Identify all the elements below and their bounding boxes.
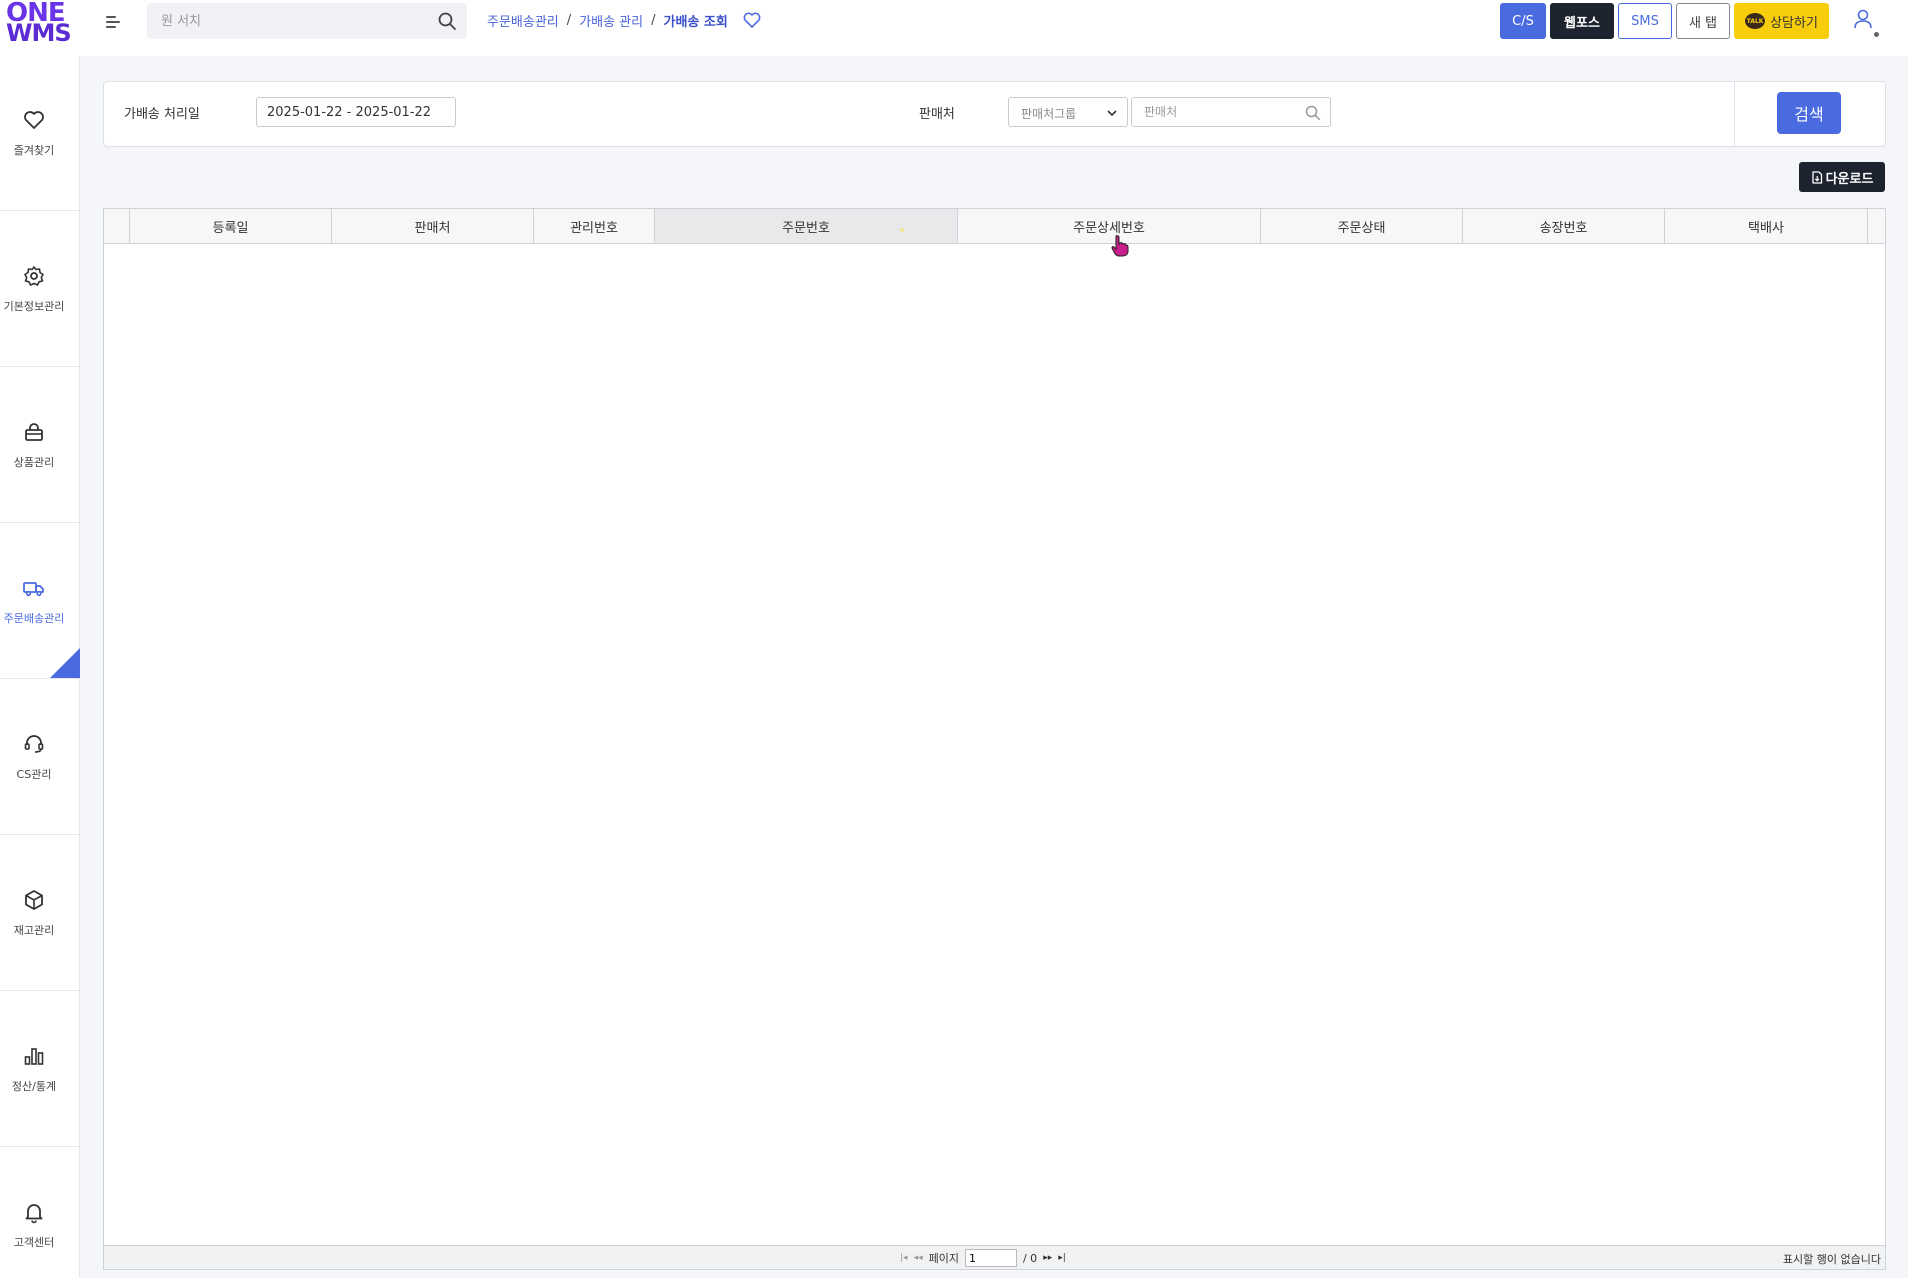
lock-bag-icon	[25, 423, 43, 441]
hand-pointer-cursor-icon	[1111, 235, 1129, 257]
download-button[interactable]: 다운로드	[1799, 162, 1885, 192]
download-button-label: 다운로드	[1825, 171, 1874, 187]
sidebar-item-label: CS관리	[16, 768, 52, 781]
column-header-courier[interactable]: 택배사	[1665, 209, 1868, 243]
column-header-invoice-no[interactable]: 송장번호	[1463, 209, 1665, 243]
date-range-input[interactable]	[256, 97, 456, 127]
sidebar-item-customer-center[interactable]: 고객센터	[0, 1148, 80, 1278]
breadcrumb-item-order-shipping[interactable]: 주문배송관리	[487, 11, 559, 30]
sidebar-item-cs[interactable]: CS관리	[0, 680, 80, 835]
data-grid: 등록일 판매처 관리번호 주문번호 주문상세번호 주문상태 송장번호 택배사 |…	[103, 208, 1886, 1270]
headset-icon	[24, 735, 44, 753]
shop-group-placeholder: 판매처그룹	[1021, 107, 1077, 121]
page-label: 페이지	[928, 1252, 959, 1265]
chevron-down-icon	[1107, 110, 1117, 117]
column-header-registered-date[interactable]: 등록일	[130, 209, 332, 243]
sort-indicator	[900, 228, 904, 232]
date-filter-label: 가배송 처리일	[124, 107, 200, 122]
sidebar: 즐겨찾기 기본정보관리 상품관리 주문배송관리 CS관리 재고관리 정산/통계 …	[0, 56, 80, 1278]
cs-button[interactable]: C/S	[1500, 3, 1546, 39]
breadcrumb: 주문배송관리 / 가배송 관리 / 가배송 조회	[487, 10, 762, 30]
column-header-label: 주문번호	[782, 220, 830, 236]
sidebar-item-label: 정산/통계	[11, 1080, 57, 1093]
column-header-order-status[interactable]: 주문상태	[1261, 209, 1463, 243]
gear-icon	[24, 266, 44, 286]
search-button[interactable]: 검색	[1777, 92, 1841, 134]
page-total: / 0	[1022, 1251, 1038, 1265]
logo-line-two: WMS	[6, 19, 72, 47]
consult-button-label: 상담하기	[1770, 15, 1818, 31]
shop-group-select[interactable]: 판매처그룹	[1008, 97, 1128, 127]
file-download-icon	[1811, 170, 1822, 184]
column-header-shop[interactable]: 판매처	[332, 209, 534, 243]
empty-rows-message: 표시할 행이 없습니다	[1782, 1253, 1881, 1266]
active-indicator	[50, 648, 80, 678]
search-filter-panel: 가배송 처리일 판매처 판매처그룹 검색	[103, 81, 1886, 147]
sidebar-item-label: 고객센터	[13, 1236, 55, 1249]
sidebar-item-label: 상품관리	[13, 456, 55, 469]
bar-chart-icon	[24, 1048, 44, 1065]
consult-button[interactable]: TALK 상담하기	[1734, 3, 1829, 39]
new-tab-button[interactable]: 새 탭	[1676, 3, 1730, 39]
pagination: |◂ ◂◂ 페이지 / 0 ▸▸ ▸|	[900, 1249, 1066, 1267]
sidebar-item-products[interactable]: 상품관리	[0, 368, 80, 523]
column-header-management-no[interactable]: 관리번호	[534, 209, 655, 243]
shop-filter-label: 판매처	[919, 107, 955, 122]
sidebar-item-label: 재고관리	[13, 924, 55, 937]
breadcrumb-item-current: 가배송 조회	[663, 14, 728, 30]
column-header-order-no[interactable]: 주문번호	[655, 209, 958, 243]
page-number-input[interactable]	[964, 1249, 1017, 1267]
grid-header: 등록일 판매처 관리번호 주문번호 주문상세번호 주문상태 송장번호 택배사	[104, 209, 1885, 244]
search-icon[interactable]	[437, 11, 457, 31]
heart-icon	[24, 111, 44, 129]
sidebar-item-label: 기본정보관리	[3, 300, 65, 313]
first-page-icon[interactable]: |◂	[900, 1253, 908, 1263]
kakao-talk-icon: TALK	[1745, 13, 1766, 29]
user-status-dot	[1874, 32, 1879, 37]
sidebar-item-basic-info[interactable]: 기본정보관리	[0, 212, 80, 367]
sidebar-item-label: 주문배송관리	[3, 612, 65, 625]
global-search	[147, 3, 467, 39]
sidebar-item-inventory[interactable]: 재고관리	[0, 836, 80, 991]
menu-toggle-icon[interactable]	[104, 12, 124, 32]
global-search-input[interactable]	[161, 3, 421, 39]
sidebar-item-order-shipping[interactable]: 주문배송관리	[0, 524, 80, 679]
truck-icon	[23, 582, 44, 597]
box-icon	[25, 890, 43, 910]
filter-divider	[1734, 82, 1735, 146]
webpos-button[interactable]: 웹포스	[1550, 3, 1614, 39]
search-icon[interactable]	[1304, 104, 1322, 122]
breadcrumb-separator: /	[566, 12, 572, 28]
breadcrumb-item-temp-shipping[interactable]: 가배송 관리	[579, 11, 643, 30]
shop-search-field	[1131, 97, 1331, 127]
top-header: ONE WMS 주문배송관리 / 가배송 관리 / 가배송 조회 C/S 웹포스…	[0, 0, 1908, 56]
user-profile-icon[interactable]	[1850, 6, 1876, 32]
grid-footer: |◂ ◂◂ 페이지 / 0 ▸▸ ▸| 표시할 행이 없습니다	[104, 1245, 1885, 1269]
prev-page-icon[interactable]: ◂◂	[914, 1253, 923, 1263]
grid-row-number-column	[104, 209, 130, 243]
sidebar-item-favorites[interactable]: 즐겨찾기	[0, 56, 80, 211]
breadcrumb-separator: /	[651, 12, 656, 28]
bell-icon	[25, 1204, 43, 1224]
sms-button[interactable]: SMS	[1618, 3, 1672, 39]
sidebar-item-label: 즐겨찾기	[13, 144, 55, 157]
next-page-icon[interactable]: ▸▸	[1043, 1253, 1052, 1263]
last-page-icon[interactable]: ▸|	[1058, 1253, 1066, 1263]
shop-input[interactable]	[1144, 98, 1294, 126]
onewms-logo[interactable]: ONE WMS	[6, 0, 72, 47]
favorite-heart-icon[interactable]	[742, 10, 762, 30]
header-actions: C/S 웹포스 SMS 새 탭 TALK 상담하기	[1500, 3, 1829, 39]
sidebar-item-settlement[interactable]: 정산/통계	[0, 992, 80, 1147]
